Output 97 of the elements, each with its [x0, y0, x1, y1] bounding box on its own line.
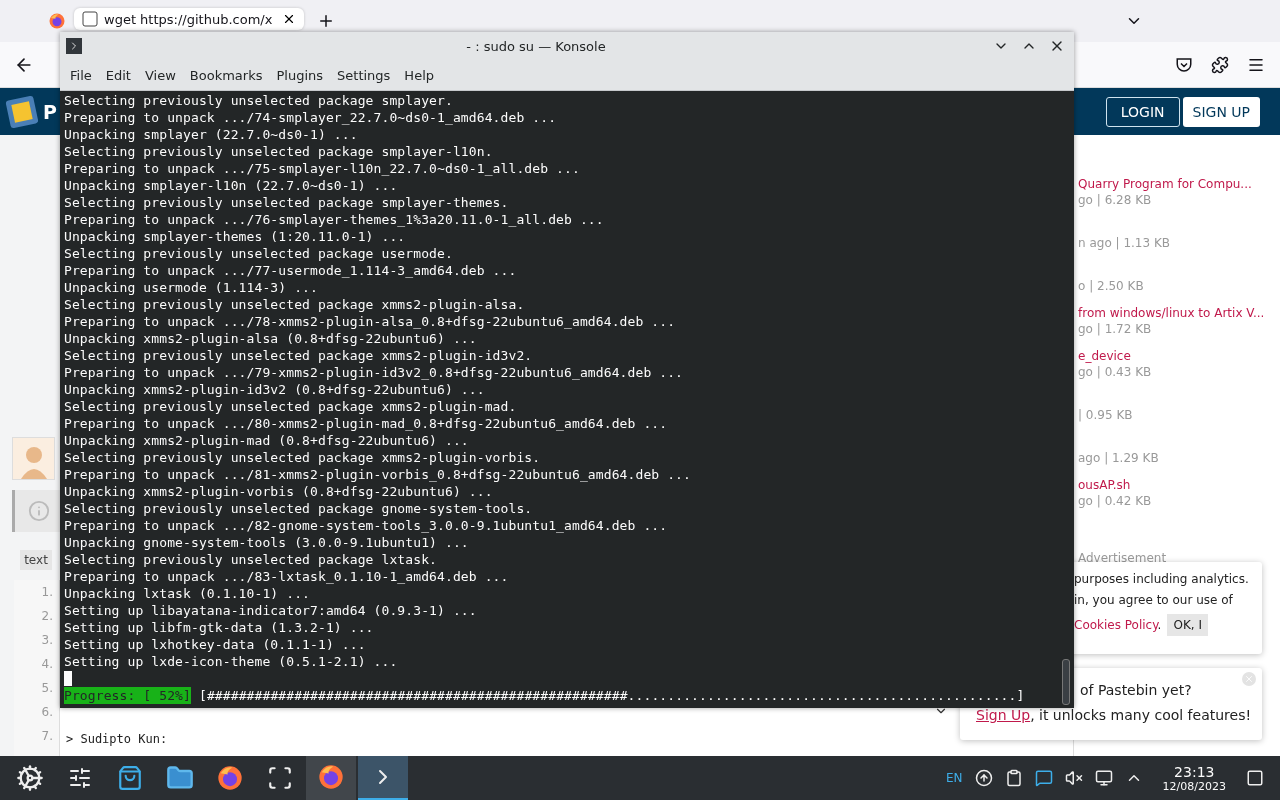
- terminal-line: Selecting previously unselected package xmms2-plugin-vorbis.: [64, 449, 542, 466]
- paste-meta: go | 0.43 KB: [1078, 365, 1153, 381]
- paste-meta: go | 0.42 KB: [1078, 494, 1153, 510]
- show-desktop-icon[interactable]: [1246, 769, 1264, 787]
- cookies-policy-link[interactable]: Cookies Policy: [1074, 618, 1158, 632]
- terminal-line: Selecting previously unselected package gnome-system-tools.: [64, 500, 534, 517]
- line-number: 5.: [41, 680, 53, 697]
- syntax-tag: text: [20, 550, 52, 570]
- keyboard-layout[interactable]: EN: [946, 771, 963, 785]
- terminal-line: Selecting previously unselected package lxtask.: [64, 551, 439, 568]
- line-number: 3.: [41, 632, 53, 649]
- menu-item[interactable]: File: [64, 67, 100, 83]
- line-number: 2.: [41, 608, 53, 625]
- paste-link[interactable]: ousAP.sh: [1078, 478, 1280, 494]
- terminal-line: Unpacking usermode (1.114-3) ...: [64, 279, 319, 296]
- paste-meta: n ago | 1.13 KB: [1078, 236, 1172, 252]
- line-number: 6.: [41, 704, 53, 721]
- cookie-text: purposes including analytics.: [1074, 572, 1250, 586]
- ad-label: Advertisement: [1078, 551, 1168, 565]
- terminal-line: Setting up libfm-gtk-data (1.3.2-1) ...: [64, 619, 375, 636]
- toast-text: of Pastebin yet?: [1080, 682, 1192, 698]
- firefox-icon[interactable]: [216, 764, 244, 792]
- terminal-line: Selecting previously unselected package xmms2-plugin-alsa.: [64, 296, 526, 313]
- terminal-line: Setting up lxhotkey-data (0.1.1-1) ...: [64, 636, 367, 653]
- code-line: > Sudipto Kun:: [66, 732, 169, 746]
- terminal-line: Unpacking smplayer-themes (1:20.11.0-1) ...: [64, 228, 407, 245]
- close-icon[interactable]: [282, 12, 296, 26]
- terminal-line: Preparing to unpack .../78-xmms2-plugin-alsa_0.8+dfsg-22ubuntu6_amd64.deb ...: [64, 313, 677, 330]
- terminal-line: Unpacking xmms2-plugin-vorbis (0.8+dfsg-22ubuntu6) ...: [64, 483, 494, 500]
- terminal-line: Preparing to unpack .../79-xmms2-plugin-id3v2_0.8+dfsg-22ubuntu6_amd64.deb ...: [64, 364, 685, 381]
- terminal-line: Preparing to unpack .../77-usermode_1.114-3_amd64.deb ...: [64, 262, 518, 279]
- terminal-line: Preparing to unpack .../80-xmms2-plugin-mad_0.8+dfsg-22ubuntu6_amd64.deb ...: [64, 415, 669, 432]
- browser-tab[interactable]: wget https://github.com/x: [74, 8, 304, 30]
- update-icon[interactable]: [974, 769, 993, 787]
- network-icon[interactable]: [1094, 769, 1113, 787]
- terminal-line: Selecting previously unselected package xmms2-plugin-id3v2.: [64, 347, 534, 364]
- ok-button[interactable]: OK, I: [1167, 614, 1208, 636]
- terminal-line: Unpacking xmms2-plugin-mad (0.8+dfsg-22ubuntu6) ...: [64, 432, 470, 449]
- paste-meta: go | 1.72 KB: [1078, 322, 1153, 338]
- menu-item[interactable]: Help: [398, 67, 442, 83]
- terminal-line: Unpacking lxtask (0.1.10-1) ...: [64, 585, 312, 602]
- cookie-text: in, you agree to our use of: [1074, 593, 1234, 607]
- terminal-line: Unpacking xmms2-plugin-alsa (0.8+dfsg-22ubuntu6) ...: [64, 330, 478, 347]
- terminal-line: Setting up lxde-icon-theme (0.5.1-2.1) ...: [64, 653, 399, 670]
- paste-meta: | 0.95 KB: [1078, 408, 1134, 424]
- progress-bar-text: [#####################################################.................................................]: [199, 687, 1025, 704]
- terminal-line: Unpacking smplayer (22.7.0~ds0-1) ...: [64, 126, 359, 143]
- terminal-line: Preparing to unpack .../75-smplayer-l10n_22.7.0~ds0-1_all.deb ...: [64, 160, 581, 177]
- paste-meta: o | 2.50 KB: [1078, 279, 1145, 295]
- paste-meta: go | 6.28 KB: [1078, 193, 1153, 209]
- terminal-line: Setting up libayatana-indicator7:amd64 (0.9.3-1) ...: [64, 602, 478, 619]
- terminal-line: Selecting previously unselected package xmms2-plugin-mad.: [64, 398, 518, 415]
- line-number: 7.: [41, 728, 53, 745]
- site-logo-text[interactable]: P: [43, 100, 57, 123]
- toast-text: Sign Up, it unlocks many cool features!: [976, 707, 1252, 723]
- menu-item[interactable]: View: [138, 67, 184, 83]
- task-button[interactable]: [306, 756, 356, 800]
- menu-item[interactable]: Bookmarks: [183, 67, 271, 83]
- mute-icon[interactable]: [1064, 769, 1083, 787]
- cookie-text: Cookies Policy.: [1074, 618, 1162, 632]
- terminal-line: Preparing to unpack .../83-lxtask_0.1.10-1_amd64.deb ...: [64, 568, 510, 585]
- sign-up-link[interactable]: Sign Up: [976, 707, 1031, 723]
- terminal-line: Unpacking smplayer-l10n (22.7.0~ds0-1) ...: [64, 177, 399, 194]
- terminal-icon: [66, 38, 82, 54]
- menu-item[interactable]: Edit: [99, 67, 139, 83]
- paste-link[interactable]: Quarry Program for Compu...: [1078, 177, 1280, 193]
- progress-label: Progress: [ 52%]: [64, 687, 191, 704]
- terminal-line: Preparing to unpack .../82-gnome-system-tools_3.0.0-9.1ubuntu1_amd64.deb ...: [64, 517, 669, 534]
- clock[interactable]: 23:13 12/08/2023: [1154, 763, 1234, 793]
- menu-item[interactable]: Plugins: [270, 67, 332, 83]
- line-number: 4.: [41, 656, 53, 673]
- scrollbar-thumb[interactable]: [1062, 659, 1070, 705]
- text-cursor: [64, 671, 72, 686]
- login-button[interactable]: LOGIN: [1105, 96, 1180, 127]
- terminal-line: Unpacking xmms2-plugin-id3v2 (0.8+dfsg-22ubuntu6) ...: [64, 381, 486, 398]
- window-title: - : sudo su — Konsole: [465, 38, 607, 54]
- terminal-line: Preparing to unpack .../81-xmms2-plugin-vorbis_0.8+dfsg-22ubuntu6_amd64.deb ...: [64, 466, 692, 483]
- terminal-line: Selecting previously unselected package smplayer.: [64, 92, 454, 109]
- terminal-line: Preparing to unpack .../76-smplayer-themes_1%3a20.11.0-1_all.deb ...: [64, 211, 605, 228]
- clipboard-icon[interactable]: [1004, 769, 1023, 787]
- firefox-icon[interactable]: [48, 12, 66, 30]
- avatar-icon: [12, 437, 55, 480]
- task-button[interactable]: [358, 756, 408, 800]
- info-icon[interactable]: [12, 490, 63, 532]
- paste-meta: ago | 1.29 KB: [1078, 451, 1160, 467]
- menu-item[interactable]: Settings: [331, 67, 399, 83]
- terminal-line: Selecting previously unselected package smplayer-themes.: [64, 194, 510, 211]
- terminal-line: Selecting previously unselected package usermode.: [64, 245, 454, 262]
- terminal-line: Preparing to unpack .../74-smplayer_22.7.0~ds0-1_amd64.deb ...: [64, 109, 558, 126]
- paste-link[interactable]: from windows/linux to Artix V...: [1078, 306, 1280, 322]
- sign-up-button[interactable]: SIGN UP: [1182, 96, 1260, 127]
- line-number: 1.: [41, 584, 53, 601]
- terminal-line: Selecting previously unselected package smplayer-l10n.: [64, 143, 494, 160]
- message-icon[interactable]: [1034, 769, 1053, 787]
- terminal-line: Unpacking gnome-system-tools (3.0.0-9.1ubuntu1) ...: [64, 534, 470, 551]
- firefox-icon[interactable]: [317, 763, 345, 791]
- paste-link[interactable]: e_device: [1078, 349, 1280, 365]
